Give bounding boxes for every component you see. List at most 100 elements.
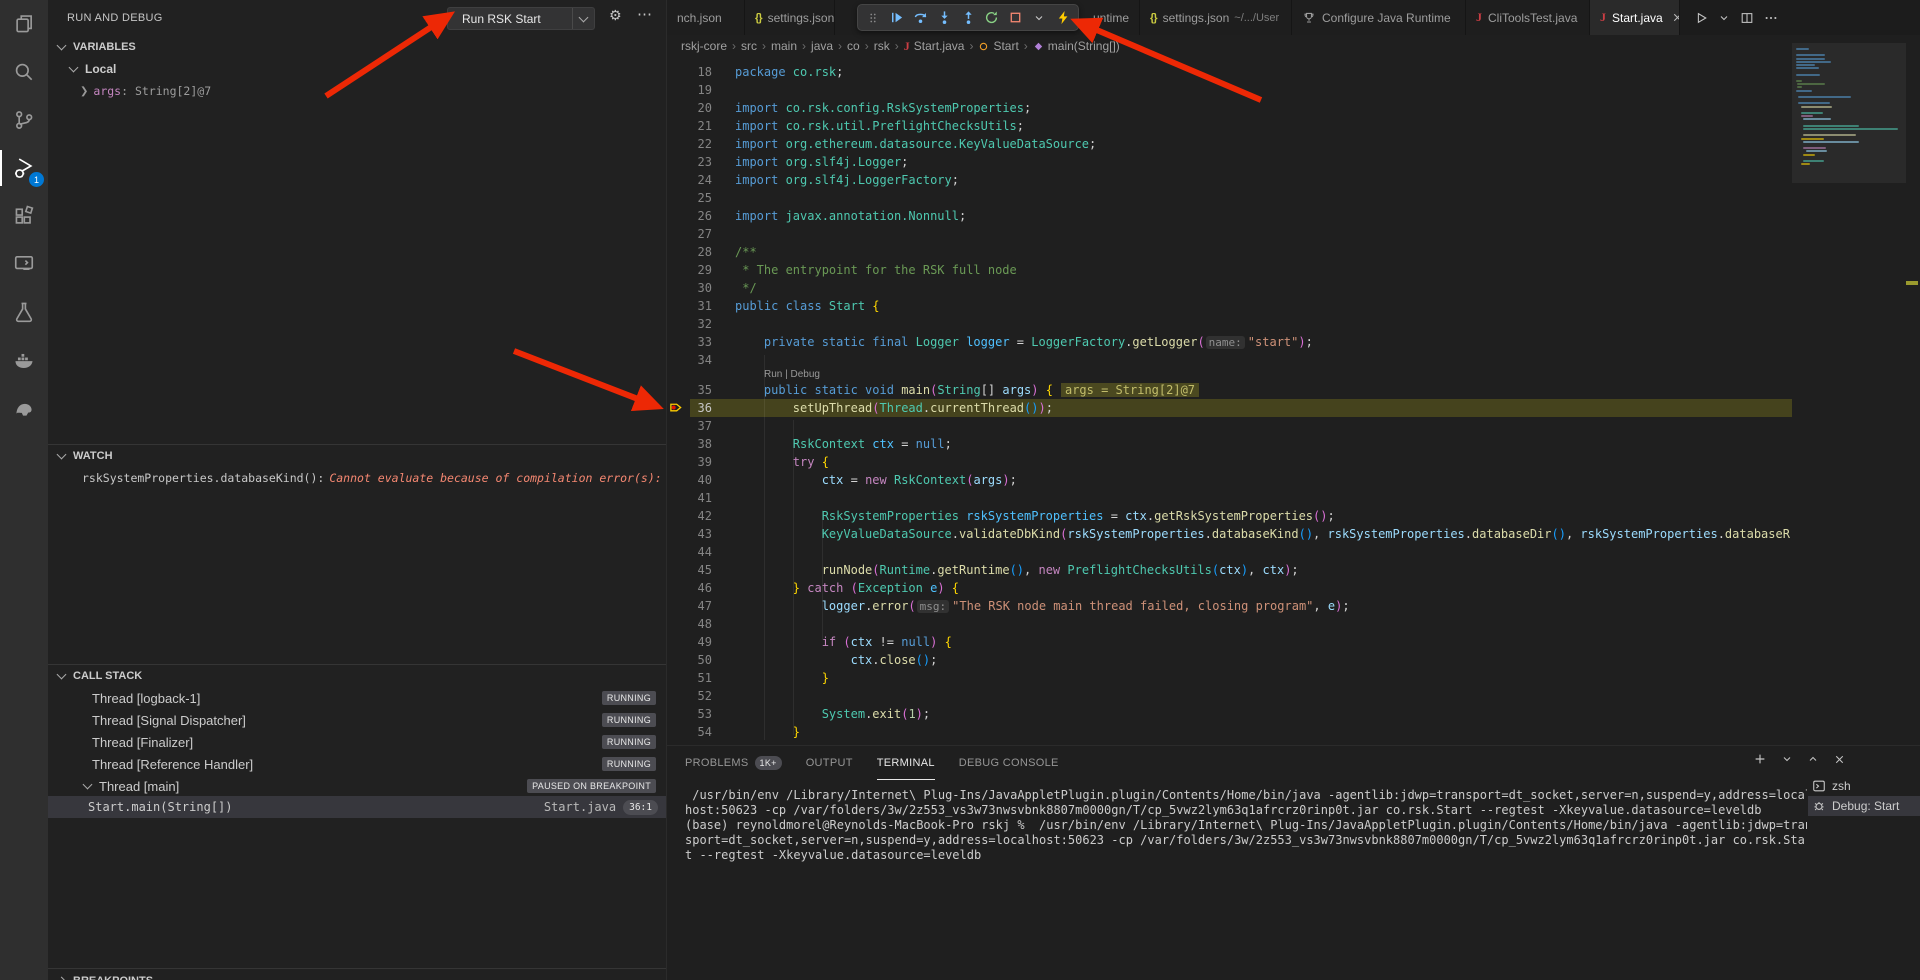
gutter-glyph-margin[interactable] bbox=[667, 351, 690, 369]
activity-run-debug[interactable]: 1 bbox=[0, 144, 48, 192]
activity-search[interactable] bbox=[0, 48, 48, 96]
plus-icon[interactable] bbox=[1753, 752, 1767, 766]
breadcrumb-item-start[interactable]: Start bbox=[978, 39, 1018, 53]
watch-expression-row[interactable]: rskSystemProperties.databaseKind():Canno… bbox=[48, 467, 666, 489]
variable-row-args[interactable]: ❯ args: String[2]@7 bbox=[48, 80, 666, 102]
gutter-glyph-margin[interactable] bbox=[667, 507, 690, 525]
call-stack-thread-row[interactable]: Thread [Finalizer]RUNNING bbox=[48, 731, 666, 753]
activity-source-control[interactable] bbox=[0, 96, 48, 144]
gutter-glyph-margin[interactable] bbox=[667, 651, 690, 669]
gutter-glyph-margin[interactable] bbox=[667, 615, 690, 633]
gutter-glyph-margin[interactable] bbox=[667, 435, 690, 453]
restart-button[interactable] bbox=[980, 5, 1004, 30]
gutter-glyph-margin[interactable] bbox=[667, 471, 690, 489]
minimap[interactable] bbox=[1792, 35, 1906, 745]
gutter-glyph-margin[interactable] bbox=[667, 453, 690, 471]
activity-files[interactable] bbox=[0, 0, 48, 48]
step-into-button[interactable] bbox=[932, 5, 956, 30]
step-out-button[interactable] bbox=[956, 5, 980, 30]
call-stack-thread-row[interactable]: Thread [main]PAUSED ON BREAKPOINT bbox=[48, 775, 666, 797]
gutter-glyph-margin[interactable] bbox=[667, 297, 690, 315]
run-configuration-dropdown[interactable]: Run RSK Start bbox=[447, 7, 595, 30]
gutter-glyph-margin[interactable] bbox=[667, 579, 690, 597]
gutter-glyph-margin[interactable] bbox=[667, 723, 690, 741]
call-stack-thread-row[interactable]: Thread [logback-1]RUNNING bbox=[48, 687, 666, 709]
gutter-glyph-margin[interactable] bbox=[667, 225, 690, 243]
breadcrumb-item-src[interactable]: src bbox=[741, 39, 757, 53]
panel-tab-terminal[interactable]: TERMINAL bbox=[877, 746, 935, 780]
breadcrumb-item-java[interactable]: java bbox=[811, 39, 833, 53]
call-stack-thread-row[interactable]: Thread [Reference Handler]RUNNING bbox=[48, 753, 666, 775]
gutter-glyph-margin[interactable] bbox=[667, 81, 690, 99]
gutter-glyph-margin[interactable] bbox=[667, 705, 690, 723]
stop-dropdown[interactable] bbox=[1027, 5, 1051, 30]
code-editor[interactable]: 18package co.rsk;1920import co.rsk.confi… bbox=[667, 57, 1792, 749]
gutter-glyph-margin[interactable] bbox=[667, 315, 690, 333]
chevron-up-icon[interactable] bbox=[1807, 752, 1819, 766]
gutter-glyph-margin[interactable] bbox=[667, 381, 690, 399]
terminal-session-debug-start[interactable]: Debug: Start bbox=[1808, 796, 1920, 816]
breadcrumb-item-co[interactable]: co bbox=[847, 39, 860, 53]
gutter-glyph-margin[interactable] bbox=[667, 243, 690, 261]
activity-gradle[interactable] bbox=[0, 384, 48, 432]
more-actions-icon[interactable]: ⋯ bbox=[637, 5, 652, 23]
gutter-glyph-margin[interactable] bbox=[667, 597, 690, 615]
tab-nch-json[interactable]: nch.json bbox=[667, 0, 745, 35]
activity-docker[interactable] bbox=[0, 336, 48, 384]
chevron-down-icon[interactable] bbox=[1781, 752, 1793, 766]
breadcrumb-item-start-java[interactable]: JStart.java bbox=[904, 39, 965, 54]
gutter-glyph-margin[interactable] bbox=[667, 525, 690, 543]
variables-scope-local[interactable]: Local bbox=[48, 58, 666, 80]
gutter-glyph-margin[interactable] bbox=[667, 687, 690, 705]
gutter-glyph-margin[interactable] bbox=[667, 207, 690, 225]
call-stack-thread-row[interactable]: Thread [Signal Dispatcher]RUNNING bbox=[48, 709, 666, 731]
hot-code-replace-button[interactable] bbox=[1051, 5, 1075, 30]
panel-tab-debug-console[interactable]: DEBUG CONSOLE bbox=[959, 746, 1059, 780]
gutter-glyph-margin[interactable] bbox=[667, 561, 690, 579]
breadcrumb-item-main-string-[interactable]: main(String[]) bbox=[1033, 39, 1120, 53]
more-icon[interactable] bbox=[1764, 11, 1778, 25]
tab-clitoolstest-java[interactable]: JCliToolsTest.java bbox=[1466, 0, 1590, 35]
close-icon[interactable] bbox=[1833, 752, 1846, 766]
tab-start-java[interactable]: JStart.java bbox=[1590, 0, 1680, 35]
watch-section-header[interactable]: WATCH bbox=[48, 445, 666, 467]
gutter-glyph-margin[interactable] bbox=[667, 399, 690, 417]
gutter-glyph-margin[interactable] bbox=[667, 117, 690, 135]
gutter-glyph-margin[interactable] bbox=[667, 543, 690, 561]
breakpoints-section-header[interactable]: BREAKPOINTS bbox=[48, 970, 666, 980]
gutter-glyph-margin[interactable] bbox=[667, 633, 690, 651]
call-stack-section-header[interactable]: CALL STACK bbox=[48, 665, 666, 687]
tab-settings-json[interactable]: {}settings.json~/.../User bbox=[1140, 0, 1292, 35]
split-editor-icon[interactable] bbox=[1740, 11, 1754, 25]
breadcrumb-item-rskj-core[interactable]: rskj-core bbox=[681, 39, 727, 53]
gutter-glyph-margin[interactable] bbox=[667, 99, 690, 117]
gear-icon[interactable]: ⚙ bbox=[609, 8, 622, 24]
stack-frame-row[interactable]: Start.main(String[])Start.java36:1 bbox=[48, 796, 666, 818]
activity-extensions[interactable] bbox=[0, 192, 48, 240]
activity-testing[interactable] bbox=[0, 288, 48, 336]
step-over-button[interactable] bbox=[909, 5, 933, 30]
stop-button[interactable] bbox=[1004, 5, 1028, 30]
terminal-output[interactable]: /usr/bin/env /Library/Internet\ Plug-Ins… bbox=[685, 788, 1807, 863]
gutter-glyph-margin[interactable] bbox=[667, 333, 690, 351]
gutter-glyph-margin[interactable] bbox=[667, 489, 690, 507]
gutter-glyph-margin[interactable] bbox=[667, 171, 690, 189]
gutter-glyph-margin[interactable] bbox=[667, 189, 690, 207]
panel-tab-output[interactable]: OUTPUT bbox=[806, 746, 853, 780]
tab-settings-json[interactable]: {}settings.json bbox=[745, 0, 835, 35]
codelens-run-debug[interactable]: Run | Debug bbox=[667, 369, 1792, 381]
gutter-glyph-margin[interactable] bbox=[667, 261, 690, 279]
activity-remote-explorer[interactable] bbox=[0, 240, 48, 288]
play-outline-icon[interactable] bbox=[1694, 11, 1708, 25]
gutter-glyph-margin[interactable] bbox=[667, 669, 690, 687]
variables-section-header[interactable]: VARIABLES bbox=[48, 36, 666, 58]
tab-configure-java-runtime[interactable]: Configure Java Runtime bbox=[1292, 0, 1466, 35]
terminal-session-zsh[interactable]: zsh bbox=[1808, 776, 1920, 796]
gutter-glyph-margin[interactable] bbox=[667, 279, 690, 297]
gutter-glyph-margin[interactable] bbox=[667, 153, 690, 171]
gutter-glyph-margin[interactable] bbox=[667, 63, 690, 81]
panel-tab-problems[interactable]: PROBLEMS1K+ bbox=[685, 746, 782, 780]
breadcrumb-item-main[interactable]: main bbox=[771, 39, 797, 53]
breadcrumb-item-rsk[interactable]: rsk bbox=[874, 39, 890, 53]
gutter-glyph-margin[interactable] bbox=[667, 135, 690, 153]
